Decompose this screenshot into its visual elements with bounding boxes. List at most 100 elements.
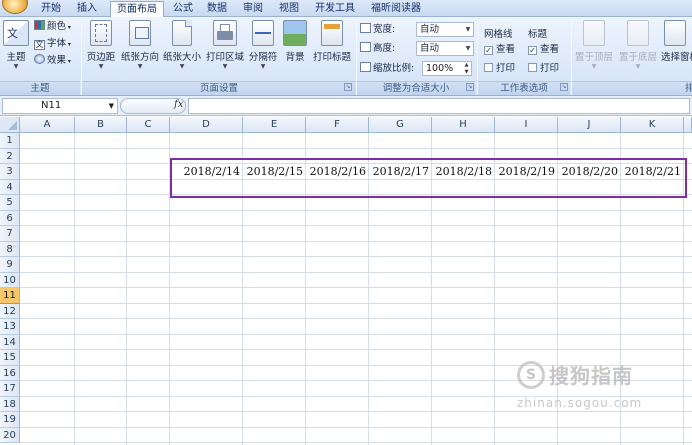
row-header-5[interactable]: 5 xyxy=(0,195,20,211)
row-header-20[interactable]: 20 xyxy=(0,427,20,443)
insert-function-icon[interactable]: fx xyxy=(174,99,183,110)
gridline-horizontal xyxy=(20,256,692,257)
bring-forward-button[interactable]: 置于顶层 ▼ xyxy=(572,19,616,79)
height-combo[interactable]: 自动 ▼ xyxy=(416,41,474,56)
gridline-horizontal xyxy=(20,442,692,443)
tab-review[interactable]: 审阅 xyxy=(238,1,268,17)
gridlines-print-checkbox[interactable]: 打印 xyxy=(484,62,515,76)
gridline-horizontal xyxy=(20,209,692,211)
sheet-options-dialog-launcher[interactable]: ↘ xyxy=(560,83,568,91)
height-icon xyxy=(360,42,371,52)
group-label-scale-to-fit: 调整为合适大小 xyxy=(357,81,475,95)
send-backward-label: 置于底层 xyxy=(618,52,657,63)
tab-formulas[interactable]: 公式 xyxy=(168,1,198,17)
margins-button[interactable]: 页边距 ▼ xyxy=(84,19,118,79)
row-header-16[interactable]: 16 xyxy=(0,365,20,381)
width-combo[interactable]: 自动 ▼ xyxy=(416,22,474,37)
orientation-button[interactable]: 纸张方向 ▼ xyxy=(120,19,160,79)
office-button[interactable] xyxy=(2,0,28,14)
column-header-k[interactable]: K xyxy=(621,117,684,133)
row-header-6[interactable]: 6 xyxy=(0,210,20,226)
bring-forward-icon xyxy=(583,20,605,46)
column-header-j[interactable]: J xyxy=(558,117,621,133)
watermark: S 搜狗指南 zhinan.sogou.com xyxy=(517,360,641,410)
selection-pane-button[interactable]: 选择窗格 xyxy=(660,19,692,79)
row-header-18[interactable]: 18 xyxy=(0,396,20,412)
headings-print-checkbox[interactable]: 打印 xyxy=(528,62,559,76)
row-header-15[interactable]: 15 xyxy=(0,350,20,366)
row-header-10[interactable]: 10 xyxy=(0,272,20,288)
tab-insert[interactable]: 插入 xyxy=(70,1,104,17)
page-setup-dialog-launcher[interactable]: ↘ xyxy=(344,83,352,91)
chevron-down-icon: ▼ xyxy=(635,63,641,70)
palette-icon xyxy=(34,20,45,30)
gridline-horizontal xyxy=(20,318,692,319)
print-titles-button[interactable]: 打印标题 xyxy=(310,19,354,79)
row-header-17[interactable]: 17 xyxy=(0,381,20,397)
gridline-horizontal xyxy=(20,225,692,226)
column-header-g[interactable]: G xyxy=(369,117,432,133)
breaks-button[interactable]: 分隔符 ▼ xyxy=(246,19,280,79)
row-header-12[interactable]: 12 xyxy=(0,303,20,319)
row-header-11[interactable]: 11 xyxy=(0,288,20,304)
row-header-7[interactable]: 7 xyxy=(0,226,20,242)
watermark-name: 搜狗指南 xyxy=(549,364,633,388)
group-label-themes: 主题 xyxy=(0,81,80,95)
tab-page-layout[interactable]: 页面布局 xyxy=(110,1,164,18)
row-header-3[interactable]: 3 xyxy=(0,164,20,180)
column-header-b[interactable]: B xyxy=(75,117,127,133)
column-header-f[interactable]: F xyxy=(306,117,369,133)
column-header-d[interactable]: D xyxy=(170,117,243,133)
column-header-c[interactable]: C xyxy=(127,117,170,133)
row-header-19[interactable]: 19 xyxy=(0,412,20,428)
headings-view-checkbox[interactable]: ✓ 查看 xyxy=(528,43,559,57)
themes-icon: 文 xyxy=(3,20,29,46)
group-label-page-setup: 页面设置 xyxy=(82,81,356,95)
row-header-1[interactable]: 1 xyxy=(0,133,20,149)
column-header-next[interactable] xyxy=(684,117,692,133)
highlight-box xyxy=(170,158,687,198)
theme-fonts-button[interactable]: 文字体 ▾ xyxy=(34,36,71,52)
tab-home[interactable]: 开始 xyxy=(36,1,66,17)
row-header-9[interactable]: 9 xyxy=(0,257,20,273)
column-header-h[interactable]: H xyxy=(432,117,495,133)
row-header-14[interactable]: 14 xyxy=(0,334,20,350)
scale-spinner[interactable]: 100% ▲ ▼ xyxy=(422,61,472,76)
theme-effects-button[interactable]: 效果 ▾ xyxy=(34,53,71,69)
column-header-i[interactable]: I xyxy=(495,117,558,133)
column-header-e[interactable]: E xyxy=(243,117,306,133)
tab-developer[interactable]: 开发工具 xyxy=(310,1,360,17)
tab-view[interactable]: 视图 xyxy=(274,1,304,17)
background-label: 背景 xyxy=(285,52,305,63)
row-header-4[interactable]: 4 xyxy=(0,179,20,195)
ribbon-tab-bar: 开始 插入 页面布局 公式 数据 审阅 视图 开发工具 福昕阅读器 xyxy=(0,0,692,18)
send-backward-button[interactable]: 置于底层 ▼ xyxy=(616,19,660,79)
column-header-a[interactable]: A xyxy=(20,117,75,133)
size-label: 纸张大小 xyxy=(162,52,201,63)
breaks-label: 分隔符 xyxy=(248,52,278,63)
print-titles-label: 打印标题 xyxy=(312,52,351,63)
themes-button[interactable]: 文 主题 ▼ xyxy=(0,19,32,79)
chevron-down-icon[interactable]: ▼ xyxy=(109,99,114,113)
row-header-13[interactable]: 13 xyxy=(0,319,20,335)
select-all-button[interactable] xyxy=(0,117,20,133)
background-button[interactable]: 背景 xyxy=(280,19,310,79)
row-header-8[interactable]: 8 xyxy=(0,241,20,257)
tab-data[interactable]: 数据 xyxy=(202,1,232,17)
print-area-button[interactable]: 打印区域 ▼ xyxy=(204,19,246,79)
formula-input[interactable] xyxy=(188,98,690,114)
row-header-2[interactable]: 2 xyxy=(0,148,20,164)
gridlines-view-checkbox[interactable]: ✓ 查看 xyxy=(484,43,515,57)
tab-foxit-reader[interactable]: 福昕阅读器 xyxy=(366,1,426,17)
page-size-icon xyxy=(172,20,192,46)
selection-pane-icon xyxy=(664,20,686,46)
chevron-down-icon: ▾ xyxy=(66,41,71,48)
sogou-logo-icon: S xyxy=(517,360,545,389)
font-icon: 文 xyxy=(34,40,45,50)
height-label: 高度: xyxy=(360,41,395,57)
spin-arrows-icon[interactable]: ▲ ▼ xyxy=(462,62,471,75)
scale-dialog-launcher[interactable]: ↘ xyxy=(466,83,474,91)
name-box[interactable]: N11 ▼ xyxy=(2,98,118,114)
theme-colors-button[interactable]: 颜色 ▾ xyxy=(34,19,71,35)
size-button[interactable]: 纸张大小 ▼ xyxy=(162,19,202,79)
